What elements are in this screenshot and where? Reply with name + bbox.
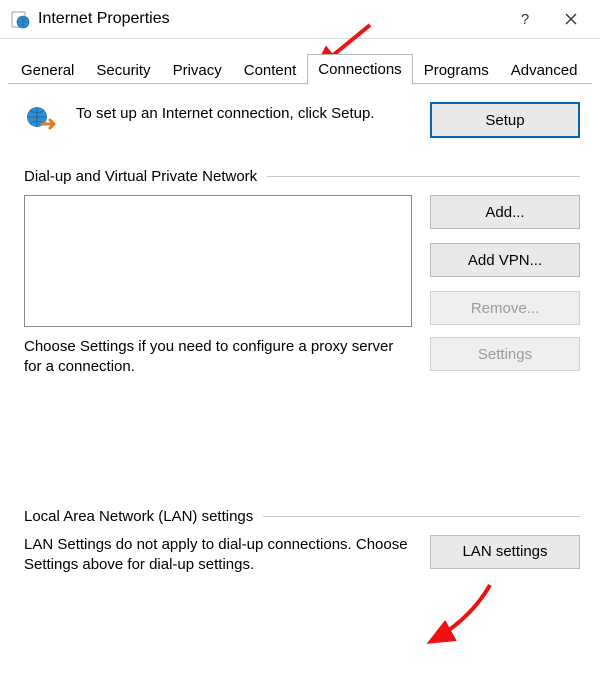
annotation-arrow-icon [400,580,500,664]
tabpanel-connections: To set up an Internet connection, click … [0,84,600,585]
setup-description: To set up an Internet connection, click … [76,102,412,124]
lan-group-label: Local Area Network (LAN) settings [24,508,580,525]
connection-settings-button: Settings [430,337,580,371]
setup-button[interactable]: Setup [430,102,580,138]
remove-connection-button: Remove... [430,291,580,325]
help-button[interactable]: ? [502,4,548,34]
tab-privacy[interactable]: Privacy [162,55,233,85]
internet-options-icon [10,9,30,29]
tab-connections[interactable]: Connections [307,54,412,85]
proxy-description: Choose Settings if you need to configure… [24,337,412,378]
dialup-connections-listbox[interactable] [24,195,412,327]
close-button[interactable] [548,4,594,34]
tab-general[interactable]: General [10,55,85,85]
tab-content[interactable]: Content [233,55,308,85]
add-connection-button[interactable]: Add... [430,195,580,229]
window-title: Internet Properties [38,10,170,28]
lan-description: LAN Settings do not apply to dial-up con… [24,535,412,576]
lan-settings-button[interactable]: LAN settings [430,535,580,569]
dialup-group-label: Dial-up and Virtual Private Network [24,168,580,185]
tab-security[interactable]: Security [85,55,161,85]
connection-wizard-icon [24,102,58,140]
tabstrip: General Security Privacy Content Connect… [0,39,600,84]
add-vpn-button[interactable]: Add VPN... [430,243,580,277]
titlebar: Internet Properties ? [0,0,600,39]
tab-advanced[interactable]: Advanced [500,55,589,85]
tab-programs[interactable]: Programs [413,55,500,85]
